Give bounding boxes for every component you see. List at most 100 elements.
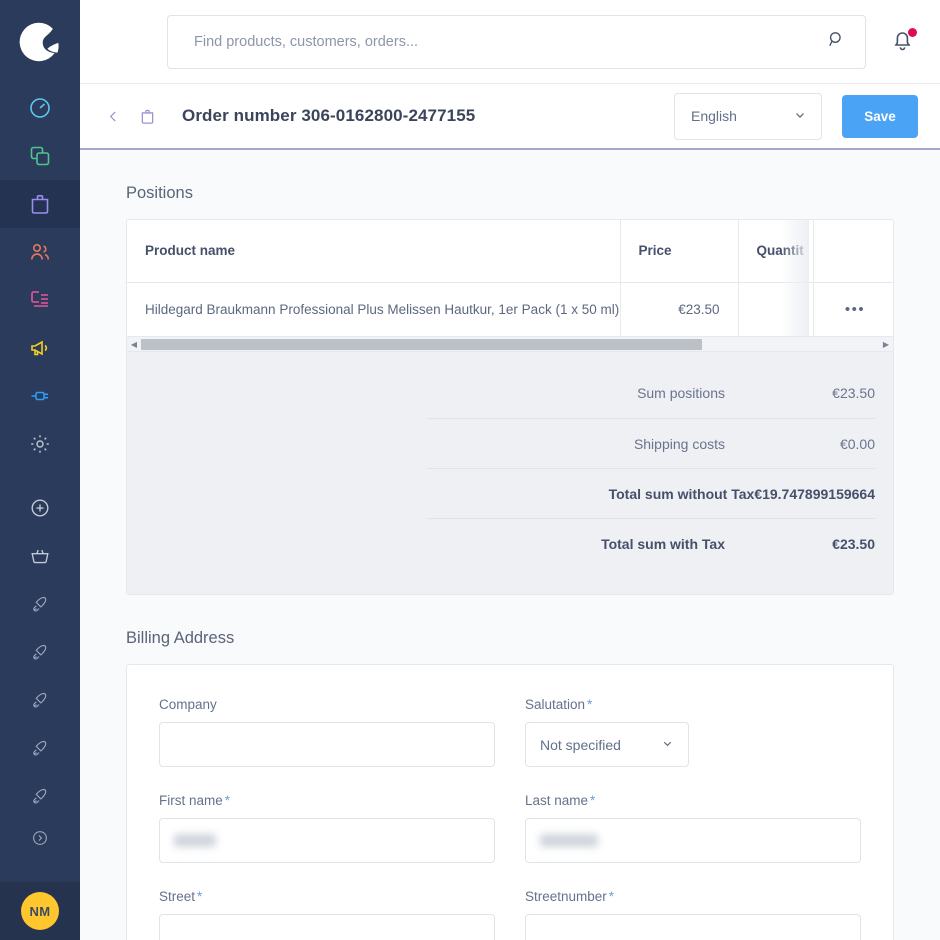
caret-left-icon[interactable]: ◀ [127,337,141,352]
notification-badge [908,27,917,37]
summary-label: Sum positions [637,385,725,401]
positions-horizontal-scrollbar[interactable]: ◀ ▶ [127,336,893,351]
company-input[interactable] [159,722,495,767]
content-list-icon [31,291,48,307]
sidebar-item-extensions[interactable] [0,372,80,420]
shopware-logo-icon [19,22,59,62]
shopware-logo[interactable] [0,0,80,84]
chevron-left-icon [109,110,116,122]
label-salutation-text: Salutation [525,697,586,712]
save-button[interactable]: Save [842,94,918,138]
summary-row-sum-positions: Sum positions €23.50 [127,368,893,418]
summary-label: Shipping costs [633,435,725,452]
label-last-name: Last name * [525,793,861,808]
label-first-name: First name * [159,793,495,808]
global-search [167,14,866,69]
field-last-name: Last name * [525,793,861,863]
notifications-button[interactable] [890,27,918,57]
summary-value: €0.00 [839,435,875,452]
rocket-icon [33,596,47,612]
plug-icon [31,391,48,401]
table-row[interactable]: Hildegard Braukmann Professional Plus Me… [127,282,893,336]
sidebar-item-basket[interactable] [0,532,80,580]
field-first-name: First name * [159,793,495,863]
label-company-text: Company [159,697,217,712]
rocket-icon [33,788,47,804]
label-salutation: Salutation * [525,697,861,712]
sidebar-item-catalogues[interactable] [0,132,80,180]
column-header-quantity[interactable]: Quantit [738,220,814,283]
field-company: Company [159,697,495,767]
sidebar-item-app-three[interactable] [0,676,80,724]
summary-value: €19.747899159664 [754,485,875,502]
plus-circle-icon [31,499,49,517]
positions-table-body: Hildegard Braukmann Professional Plus Me… [127,282,893,336]
avatar[interactable]: NM [21,892,59,930]
cell-actions: ••• [813,282,893,336]
ellipsis-icon[interactable]: ••• [845,301,865,318]
required-marker: * [587,697,593,712]
redacted-value [540,834,598,847]
billing-form-grid: Company Salutation * Not specified First… [159,697,861,940]
summary-value: €23.50 [832,535,875,552]
column-header-price[interactable]: Price [620,220,739,283]
field-salutation: Salutation * Not specified [525,697,861,767]
main-area: Order number 306-0162800-2477155 English… [80,0,940,940]
gauge-icon [30,98,50,118]
chevron-down-icon [661,737,674,753]
app-root: NM Find products, customers, orders... O… [0,0,940,940]
label-first-name-text: First name [159,793,223,808]
language-select-value: English [691,108,737,124]
summary-row-total-without-tax: Total sum without Tax €19.747899159664 [427,468,875,518]
sidebar-item-app-four[interactable] [0,724,80,772]
caret-right-icon[interactable]: ▶ [879,337,893,352]
summary-row-shipping-costs: Shipping costs €0.00 [427,418,875,468]
page-header: Order number 306-0162800-2477155 English… [80,84,940,150]
label-streetnumber: Streetnumber * [525,889,861,904]
table-header-row: Product name Price Quantit [127,220,893,283]
megaphone-icon [31,340,48,356]
sidebar-item-add-new[interactable] [0,484,80,532]
user-menu[interactable]: NM [0,882,80,940]
sidebar: NM [0,0,80,940]
positions-card: Product name Price Quantit Hildegard Bra… [126,219,894,595]
sidebar-item-dashboard[interactable] [0,84,80,132]
chevron-down-icon [793,108,807,125]
salutation-select-value: Not specified [540,736,621,753]
summary-row-total-with-tax: Total sum with Tax €23.50 [427,518,875,568]
sidebar-item-content[interactable] [0,276,80,324]
sidebar-item-app-five[interactable] [0,772,80,820]
scrollbar-thumb[interactable] [141,338,702,350]
search-input[interactable] [167,14,866,69]
sidebar-item-orders[interactable] [0,180,80,228]
redacted-value [174,834,216,847]
cell-quantity [738,282,814,336]
sidebar-item-app-two[interactable] [0,628,80,676]
first-name-input[interactable] [159,818,495,863]
language-select[interactable]: English [674,92,822,140]
content-scroll-area: Positions Product name Price Quantit Hil… [80,150,940,940]
gear-icon [31,435,49,453]
sidebar-item-settings[interactable] [0,420,80,468]
scrollbar-track[interactable] [141,337,879,352]
summary-value: €23.50 [832,385,875,401]
top-bar [80,0,940,84]
required-marker: * [608,889,615,904]
sidebar-item-customers[interactable] [0,228,80,276]
users-icon [31,244,50,260]
cell-price: €23.50 [620,282,739,336]
back-button[interactable] [96,99,130,133]
street-input[interactable] [159,914,495,940]
page-header-actions: English Save [674,92,918,140]
last-name-input[interactable] [525,818,861,863]
order-module-icon-button[interactable] [130,99,164,133]
sidebar-item-app-one[interactable] [0,580,80,628]
bag-icon [141,109,153,124]
salutation-select[interactable]: Not specified [525,722,689,767]
sidebar-item-expand-menu[interactable] [0,820,80,856]
label-last-name-text: Last name [525,793,589,808]
column-header-product-name[interactable]: Product name [127,220,621,283]
streetnumber-input[interactable] [525,914,861,940]
sidebar-item-marketing[interactable] [0,324,80,372]
label-street-text: Street [159,889,196,904]
